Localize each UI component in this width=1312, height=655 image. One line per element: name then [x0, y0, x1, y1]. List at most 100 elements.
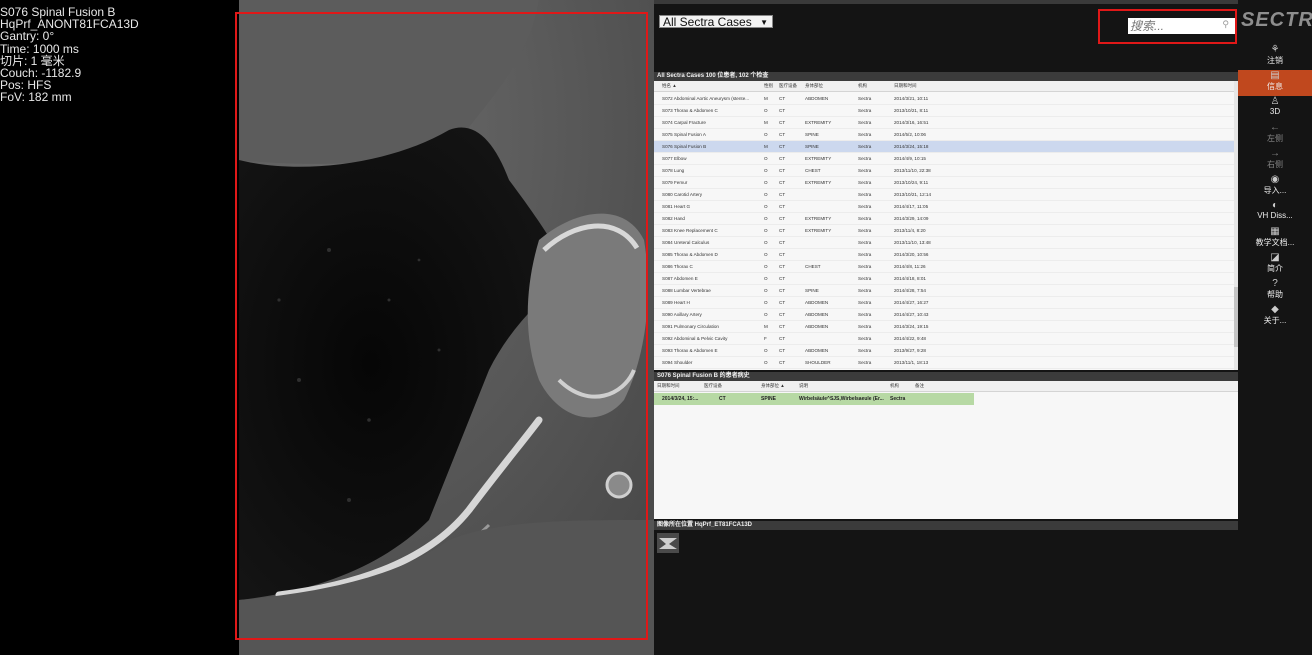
case-modality: CT: [779, 108, 786, 113]
toolbar-button-arrow-right[interactable]: → 右侧: [1238, 148, 1312, 174]
toolbar-label: VH Diss...: [1257, 211, 1293, 220]
case-name: S092 Abdominal & Pelvic Cavity: [662, 336, 728, 341]
column-header-notes[interactable]: 备注: [915, 383, 924, 389]
case-date: 2014/4/17, 11:05: [894, 204, 929, 209]
column-header-date[interactable]: 日期和时间: [894, 83, 917, 89]
toolbar-button-import[interactable]: ◉ 导入...: [1238, 174, 1312, 200]
table-row[interactable]: S086 Thorax C O CT CHEST Sectra 2014/4/8, 11:…: [654, 261, 1238, 273]
case-institution: Sectra: [858, 288, 872, 293]
case-modality: CT: [779, 144, 786, 149]
column-header-institution[interactable]: 机构: [890, 383, 899, 389]
case-body-part: EXTREMITY: [805, 156, 832, 161]
table-row[interactable]: S072 Abdominal Aortic Aneurysm (stente..…: [654, 93, 1238, 105]
toolbar-button-info[interactable]: ▤ 信息: [1238, 70, 1312, 96]
column-header-description[interactable]: 说明: [799, 383, 808, 389]
column-header-device[interactable]: 医疗设备: [704, 383, 722, 389]
toolbar-label: 右侧: [1267, 160, 1283, 169]
case-institution: Sectra: [858, 192, 872, 197]
case-sex: O: [764, 288, 768, 293]
cases-table-column-headers: 姓名 ▲ 性别 医疗设备 身体部位 机构 日期和时间: [654, 81, 1238, 92]
table-row[interactable]: S081 Heart G O CT Sectra 2014/4/17, 11:05: [654, 201, 1238, 213]
toolbar-button-3d-person[interactable]: ♙ 3D: [1238, 96, 1312, 122]
case-modality: CT: [779, 204, 786, 209]
toolbar-button-logout[interactable]: ⚘ 注销: [1238, 44, 1312, 70]
table-row[interactable]: S080 Carotid Artery O CT Sectra 2013/10/21, …: [654, 189, 1238, 201]
case-date: 2014/3/16, 16:51: [894, 120, 929, 125]
case-institution: Sectra: [858, 120, 872, 125]
case-body-part: EXTREMITY: [805, 120, 832, 125]
table-row[interactable]: S091 Pulmonary Circulation M CT ABDOMEN Sect…: [654, 321, 1238, 333]
ct-scan-image[interactable]: [239, 0, 654, 655]
table-row[interactable]: S078 Lung O CT CHEST Sectra 2013/11/10, 22:38: [654, 165, 1238, 177]
table-row[interactable]: S095 Thorax DOCTCHESTSectra2013/10/24, 8…: [654, 369, 1238, 370]
table-row[interactable]: S092 Abdominal & Pelvic Cavity F CT Sectra 2…: [654, 333, 1238, 345]
toolbar-button-arrow-left[interactable]: ← 左侧: [1238, 122, 1312, 148]
case-sex: O: [764, 204, 768, 209]
toolbar-button-intro-book[interactable]: ◪ 简介: [1238, 252, 1312, 278]
column-header-name[interactable]: 姓名 ▲: [662, 83, 677, 89]
collection-dropdown[interactable]: All Sectra Cases ▼: [659, 15, 773, 29]
series-thumbnail[interactable]: [657, 533, 679, 553]
table-row[interactable]: S084 Ureteral Calculus O CT Sectra 2013/11/1…: [654, 237, 1238, 249]
column-header-body-part[interactable]: 身体部位 ▲: [761, 383, 785, 389]
case-institution: Sectra: [858, 108, 872, 113]
table-row[interactable]: S082 Hand O CT EXTREMITY Sectra 2014/3/29, 14…: [654, 213, 1238, 225]
case-sex: O: [764, 132, 768, 137]
table-row[interactable]: S075 Spinal Fusion A O CT SPINE Sectra 2014/5…: [654, 129, 1238, 141]
column-header-date[interactable]: 日期和时间: [657, 383, 680, 389]
table-row[interactable]: S073 Thorax & Abdomen C O CT Sectra 2013/10/…: [654, 105, 1238, 117]
case-date: 2013/11/10, 13:48: [894, 240, 931, 245]
toolbar-label: 信息: [1267, 82, 1283, 91]
toolbar-button-about[interactable]: ◆ 关于...: [1238, 304, 1312, 330]
case-modality: CT: [779, 324, 786, 329]
case-sex: M: [764, 96, 768, 101]
table-row[interactable]: S077 Elbow O CT EXTREMITY Sectra 2014/4/9, 10…: [654, 153, 1238, 165]
toolbar-button-vh-dissection[interactable]: ◐ VH Diss...: [1238, 200, 1312, 226]
toolbar-label: 注销: [1267, 56, 1283, 65]
arrow-left-icon: ←: [1270, 122, 1280, 133]
search-input[interactable]: [1128, 18, 1235, 34]
table-row[interactable]: S089 Heart H O CT ABDOMEN Sectra 2014/4/27, 1…: [654, 297, 1238, 309]
table-row[interactable]: S093 Thorax & Abdomen E O CT ABDOMEN Sectra 2…: [654, 345, 1238, 357]
table-row[interactable]: S085 Thorax & Abdomen D O CT Sectra 2014/3/2…: [654, 249, 1238, 261]
column-header-modality[interactable]: 医疗设备: [779, 83, 797, 89]
search-icon[interactable]: ⚲: [1222, 19, 1229, 30]
case-body-part: SPINE: [805, 144, 819, 149]
case-institution: Sectra: [858, 132, 872, 137]
about-icon: ◆: [1271, 304, 1279, 315]
column-header-institution[interactable]: 机构: [858, 83, 867, 89]
case-sex: M: [764, 324, 768, 329]
toolbar-button-teaching-docs[interactable]: ▦ 教学文档...: [1238, 226, 1312, 252]
column-header-body-part[interactable]: 身体部位: [805, 83, 823, 89]
import-icon: ◉: [1270, 174, 1280, 185]
overlay-line: FoV: 182 mm: [0, 90, 72, 105]
column-header-sex[interactable]: 性别: [764, 83, 773, 89]
case-sex: O: [764, 192, 768, 197]
toolbar-button-help[interactable]: ? 帮助: [1238, 278, 1312, 304]
logout-icon: ⚘: [1270, 44, 1280, 55]
table-row[interactable]: S083 Knee Replacement C O CT EXTREMITY Sectr…: [654, 225, 1238, 237]
table-row[interactable]: S088 Lumbar Vertebrae O CT SPINE Sectra 2014/…: [654, 285, 1238, 297]
study-row-selected[interactable]: 2014/3/24, 15:... CT SPINE Wirbelsäule^S…: [654, 393, 974, 405]
case-date: 2014/3/21, 10:11: [894, 96, 929, 101]
dicom-overlay-info: S076 Spinal Fusion B HqPrf_ANONT81FCA13D G…: [0, 6, 139, 104]
image-viewer[interactable]: S076 Spinal Fusion B HqPrf_ANONT81FCA13D G…: [0, 0, 654, 655]
table-row[interactable]: S087 Abdomen E O CT Sectra 2014/4/18, 8:01: [654, 273, 1238, 285]
case-modality: CT: [779, 216, 786, 221]
case-body-part: CHEST: [805, 168, 821, 173]
table-row[interactable]: S090 Axillary Artery O CT ABDOMEN Sectra 2014…: [654, 309, 1238, 321]
case-sex: F: [764, 336, 767, 341]
case-modality: CT: [779, 180, 786, 185]
table-row[interactable]: S076 Spinal Fusion B M CT SPINE Sectra 2014/3…: [654, 141, 1238, 153]
case-date: 2014/4/8, 11:26: [894, 264, 926, 269]
case-modality: CT: [779, 156, 786, 161]
case-date: 2013/11/4, 8:20: [894, 228, 926, 233]
case-sex: O: [764, 108, 768, 113]
table-row[interactable]: S094 Shoulder O CT SHOULDER Sectra 2013/11/1,…: [654, 357, 1238, 369]
table-row[interactable]: S074 Carpal Fracture M CT EXTREMITY Sectra 20…: [654, 117, 1238, 129]
case-modality: CT: [779, 240, 786, 245]
table-row[interactable]: S079 Femur O CT EXTREMITY Sectra 2013/10/24, …: [654, 177, 1238, 189]
case-date: 2013/10/24, 9:11: [894, 180, 929, 185]
case-sex: O: [764, 156, 768, 161]
case-modality: CT: [779, 300, 786, 305]
